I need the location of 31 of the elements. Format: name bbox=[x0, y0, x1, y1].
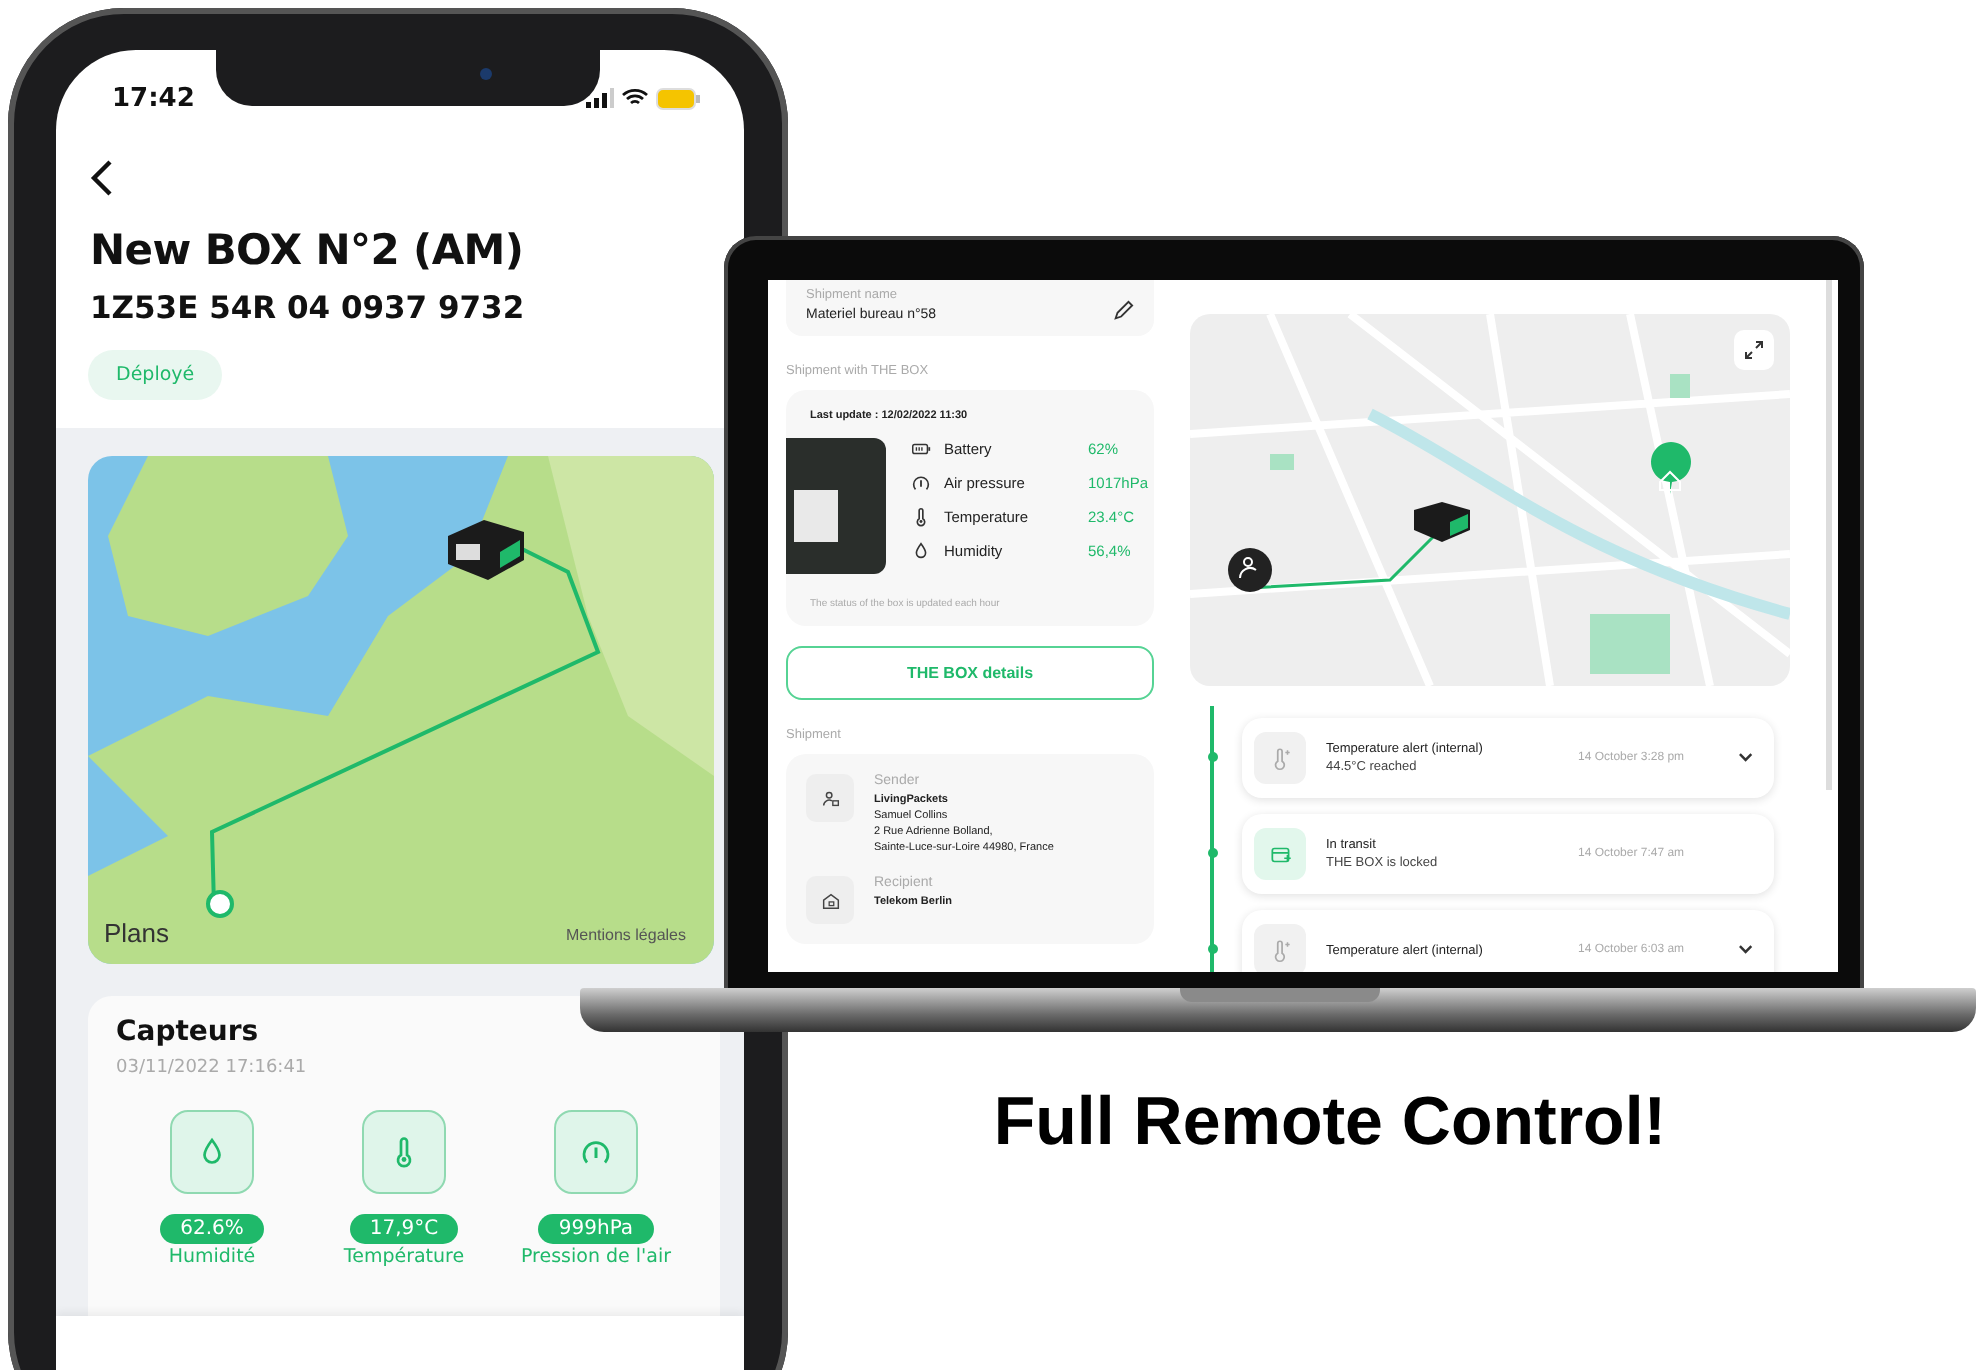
sensor-label: Humidité bbox=[168, 1246, 256, 1268]
house-icon bbox=[819, 889, 841, 911]
back-chevron-icon[interactable] bbox=[88, 158, 116, 198]
legal-link[interactable]: Mentions légales bbox=[565, 926, 686, 944]
tracking-number: 1Z53E 54R 04 0937 9732 bbox=[90, 290, 527, 326]
sensor-value: 999hPa bbox=[538, 1214, 654, 1244]
status-time: 17:42 bbox=[112, 83, 195, 113]
timestamp: 03/11/2022 17:16:41 bbox=[116, 1058, 309, 1078]
signal-icon bbox=[586, 88, 614, 108]
expand-button[interactable] bbox=[1734, 330, 1774, 370]
expand-icon bbox=[1744, 340, 1764, 360]
map[interactable]: Plans Mentions légales bbox=[88, 456, 714, 964]
map-attribution: Plans bbox=[104, 918, 170, 948]
sensor-label: Pression de l'air bbox=[520, 1246, 671, 1268]
chevron-down-icon[interactable] bbox=[1738, 752, 1754, 764]
card-title: Capteurs bbox=[116, 1016, 261, 1048]
battery-icon bbox=[910, 438, 932, 460]
device-title: New BOX N°2 (AM) bbox=[90, 226, 526, 274]
sensor-value: 62.6% bbox=[160, 1214, 264, 1244]
wifi-icon bbox=[622, 88, 648, 108]
sensor-value: 17,9°C bbox=[349, 1214, 459, 1244]
droplet-icon bbox=[910, 540, 932, 562]
sensor-label: Température bbox=[343, 1246, 465, 1268]
tagline: Full Remote Control! bbox=[991, 1084, 1669, 1162]
status-badge: Déployé bbox=[88, 350, 223, 400]
device-photo-placeholder bbox=[786, 438, 886, 574]
chevron-down-icon[interactable] bbox=[1738, 944, 1754, 956]
person-icon bbox=[819, 787, 841, 809]
battery-icon bbox=[656, 87, 700, 109]
pencil-icon[interactable] bbox=[1112, 300, 1134, 322]
gauge-icon bbox=[910, 472, 932, 494]
